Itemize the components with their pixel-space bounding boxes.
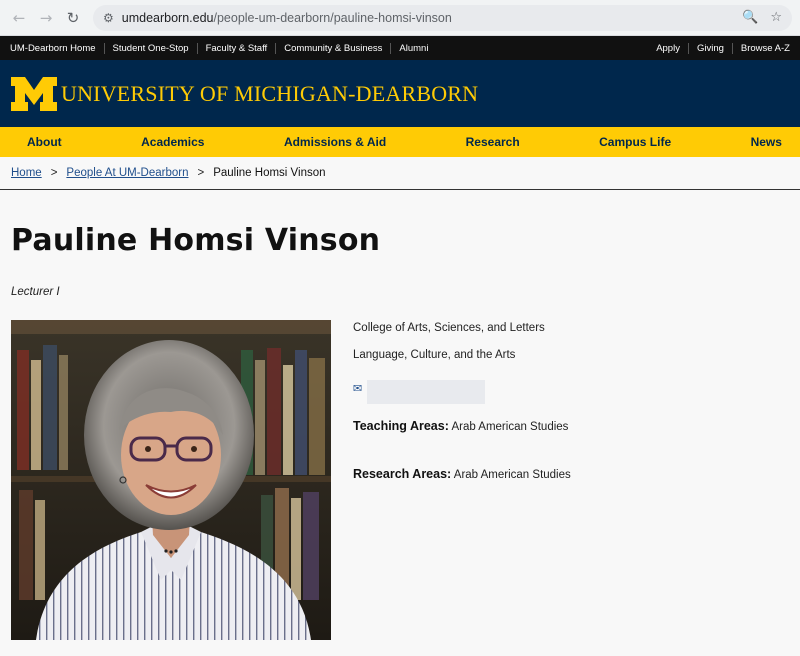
nav-about[interactable]: About bbox=[27, 135, 62, 149]
research-areas: Research Areas: Arab American Studies bbox=[353, 467, 571, 481]
browser-toolbar: ← → ↻ ⚙ umdearborn.edu/people-um-dearbor… bbox=[0, 0, 800, 36]
address-bar[interactable]: ⚙ umdearborn.edu/people-um-dearborn/paul… bbox=[93, 4, 792, 31]
breadcrumb-current: Pauline Homsi Vinson bbox=[213, 167, 326, 179]
utility-link[interactable]: Apply bbox=[656, 43, 688, 54]
zoom-icon[interactable]: 🔍 bbox=[742, 10, 758, 25]
breadcrumb-home[interactable]: Home bbox=[11, 167, 42, 179]
utility-nav-right: Apply Giving Browse A-Z bbox=[656, 42, 790, 54]
profile-details: College of Arts, Sciences, and Letters L… bbox=[353, 320, 571, 640]
page-title: Pauline Homsi Vinson bbox=[11, 223, 381, 258]
research-areas-label: Research Areas: bbox=[353, 467, 452, 481]
email-row: ✉ bbox=[353, 375, 571, 404]
utility-link[interactable]: Giving bbox=[687, 42, 732, 54]
url-text[interactable]: umdearborn.edu/people-um-dearborn/paulin… bbox=[122, 11, 730, 25]
job-title: Lecturer I bbox=[11, 286, 60, 298]
utility-link[interactable]: UM-Dearborn Home bbox=[10, 43, 104, 54]
reload-icon[interactable]: ↻ bbox=[62, 7, 84, 29]
profile-photo bbox=[11, 320, 331, 640]
breadcrumb-separator: > bbox=[197, 167, 205, 179]
breadcrumb-people[interactable]: People At UM-Dearborn bbox=[66, 167, 188, 179]
profile-section: College of Arts, Sciences, and Letters L… bbox=[11, 320, 800, 640]
utility-nav-left: UM-Dearborn Home Student One-Stop Facult… bbox=[10, 42, 436, 54]
forward-icon[interactable]: → bbox=[35, 7, 57, 29]
utility-bar: UM-Dearborn Home Student One-Stop Facult… bbox=[0, 36, 800, 60]
block-m-logo[interactable] bbox=[10, 76, 58, 112]
envelope-icon: ✉ bbox=[353, 381, 363, 395]
department-name: Language, Culture, and the Arts bbox=[353, 349, 516, 361]
breadcrumb: Home > People At UM-Dearborn > Pauline H… bbox=[0, 157, 800, 190]
profile-content: Pauline Homsi Vinson Lecturer I College … bbox=[0, 223, 800, 640]
utility-link[interactable]: Community & Business bbox=[275, 42, 390, 54]
nav-news[interactable]: News bbox=[751, 135, 782, 149]
utility-link[interactable]: Browse A-Z bbox=[731, 42, 790, 54]
bookmark-star-icon[interactable]: ☆ bbox=[770, 10, 782, 25]
utility-link[interactable]: Faculty & Staff bbox=[196, 42, 276, 54]
nav-campus-life[interactable]: Campus Life bbox=[599, 135, 671, 149]
college-name: College of Arts, Sciences, and Letters bbox=[353, 322, 545, 334]
research-areas-value: Arab American Studies bbox=[453, 469, 571, 481]
email-link-redacted[interactable] bbox=[367, 380, 486, 404]
teaching-areas-value: Arab American Studies bbox=[451, 421, 569, 433]
nav-admissions[interactable]: Admissions & Aid bbox=[284, 135, 386, 149]
back-icon[interactable]: ← bbox=[8, 7, 30, 29]
main-nav: About Academics Admissions & Aid Researc… bbox=[0, 127, 800, 157]
breadcrumb-separator: > bbox=[50, 167, 58, 179]
teaching-areas-label: Teaching Areas: bbox=[353, 419, 449, 433]
site-info-icon[interactable]: ⚙ bbox=[103, 11, 114, 25]
university-wordmark[interactable]: UNIVERSITY OF MICHIGAN-DEARBORN bbox=[61, 81, 478, 107]
nav-academics[interactable]: Academics bbox=[141, 135, 204, 149]
teaching-areas: Teaching Areas: Arab American Studies bbox=[353, 419, 571, 433]
utility-link[interactable]: Alumni bbox=[390, 42, 436, 54]
site-header: UNIVERSITY OF MICHIGAN-DEARBORN bbox=[0, 60, 800, 127]
nav-research[interactable]: Research bbox=[466, 135, 520, 149]
utility-link[interactable]: Student One-Stop bbox=[103, 42, 197, 54]
